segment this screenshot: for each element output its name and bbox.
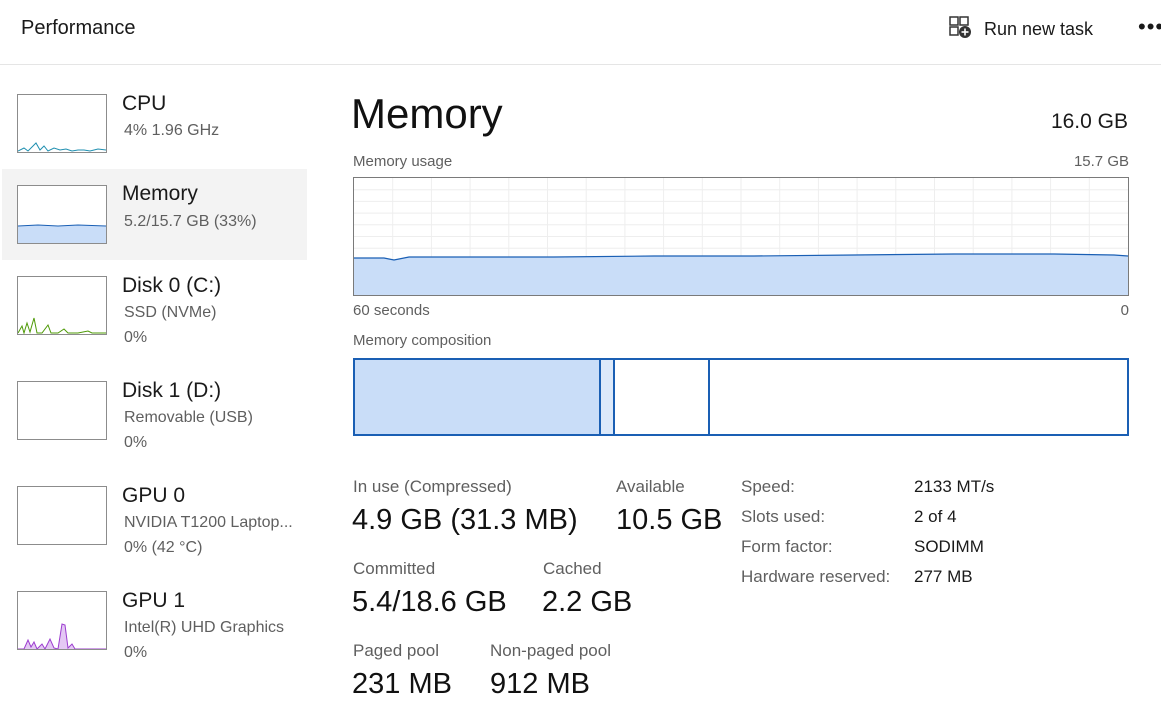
sidebar-item-usage: 0% (42 °C): [124, 539, 203, 556]
sidebar-item-detail: 4% 1.96 GHz: [124, 122, 220, 139]
sidebar-item-label: Disk 0 (C:): [122, 274, 222, 297]
hardware-reserved-value: 277 MB: [914, 567, 973, 586]
sidebar-item-gpu-1[interactable]: GPU 1 Intel(R) UHD Graphics 0%: [2, 576, 307, 667]
sidebar-item-usage: 0%: [124, 329, 148, 346]
sidebar-item-label: Disk 1 (D:): [122, 379, 222, 402]
run-new-task-label: Run new task: [984, 18, 1094, 39]
committed-value: 5.4/18.6 GB: [352, 586, 507, 618]
available-value: 10.5 GB: [616, 504, 723, 536]
more-horizontal-icon[interactable]: •••: [1138, 14, 1161, 40]
cpu-thumbnail-graph: [17, 94, 107, 153]
memory-usage-graph: [353, 177, 1129, 296]
header-bar: Performance Run new task •••: [0, 0, 1161, 65]
sidebar-item-usage: 0%: [124, 434, 148, 451]
paged-pool-label: Paged pool: [353, 641, 440, 660]
form-factor-value: SODIMM: [914, 537, 984, 556]
sidebar-item-label: Memory: [122, 182, 198, 205]
committed-label: Committed: [353, 559, 436, 578]
new-task-icon: [948, 15, 972, 44]
available-label: Available: [616, 477, 685, 496]
sidebar-item-label: CPU: [122, 92, 167, 115]
cached-label: Cached: [543, 559, 602, 578]
sidebar-item-usage: 0%: [124, 644, 148, 661]
run-new-task-button[interactable]: Run new task: [948, 15, 1093, 43]
sidebar-item-memory[interactable]: Memory 5.2/15.7 GB (33%): [2, 169, 307, 260]
composition-standby: [615, 360, 710, 434]
sidebar-item-detail: Intel(R) UHD Graphics: [124, 619, 285, 636]
composition-in-use: [355, 360, 601, 434]
sidebar-item-disk-1[interactable]: Disk 1 (D:) Removable (USB) 0%: [2, 366, 307, 457]
disk0-thumbnail-graph: [17, 276, 107, 335]
total-memory: 16.0 GB: [1050, 110, 1128, 133]
gpu1-thumbnail-graph: [17, 591, 107, 650]
disk1-thumbnail-graph: [17, 381, 107, 440]
paged-pool-value: 231 MB: [352, 668, 452, 700]
sidebar-item-label: GPU 1: [122, 589, 186, 612]
form-factor-label: Form factor:: [741, 537, 833, 556]
sidebar-item-label: GPU 0: [122, 484, 186, 507]
time-range-label: 60 seconds: [353, 302, 430, 319]
section-title: Memory: [351, 90, 503, 137]
sidebar-item-detail: 5.2/15.7 GB (33%): [124, 213, 257, 230]
speed-value: 2133 MT/s: [914, 477, 995, 496]
cached-value: 2.2 GB: [542, 586, 633, 618]
memory-usage-max: 15.7 GB: [1073, 153, 1129, 170]
non-paged-pool-value: 912 MB: [490, 668, 590, 700]
slots-used-label: Slots used:: [741, 507, 826, 526]
page-title: Performance: [21, 17, 136, 39]
non-paged-pool-label: Non-paged pool: [490, 641, 611, 660]
sidebar-item-detail: Removable (USB): [124, 409, 253, 426]
gpu0-thumbnail-graph: [17, 486, 107, 545]
sidebar-item-detail: SSD (NVMe): [124, 304, 217, 321]
in-use-value: 4.9 GB (31.3 MB): [352, 504, 578, 536]
composition-free: [710, 360, 1127, 434]
sidebar-item-detail: NVIDIA T1200 Laptop...: [124, 514, 293, 531]
memory-composition-bar: [353, 358, 1129, 436]
sidebar-item-disk-0[interactable]: Disk 0 (C:) SSD (NVMe) 0%: [2, 261, 307, 352]
speed-label: Speed:: [741, 477, 795, 496]
composition-modified: [601, 360, 615, 434]
time-range-end: 0: [1120, 302, 1129, 319]
memory-thumbnail-graph: [17, 185, 107, 244]
sidebar-item-cpu[interactable]: CPU 4% 1.96 GHz: [2, 78, 307, 169]
memory-usage-label: Memory usage: [353, 153, 453, 170]
sidebar-item-gpu-0[interactable]: GPU 0 NVIDIA T1200 Laptop... 0% (42 °C): [2, 471, 307, 562]
slots-used-value: 2 of 4: [914, 507, 957, 526]
memory-composition-label: Memory composition: [353, 332, 492, 349]
in-use-label: In use (Compressed): [353, 477, 512, 496]
sidebar: CPU 4% 1.96 GHz Memory 5.2/15.7 GB (33%)…: [0, 66, 320, 709]
hardware-reserved-label: Hardware reserved:: [741, 567, 891, 586]
